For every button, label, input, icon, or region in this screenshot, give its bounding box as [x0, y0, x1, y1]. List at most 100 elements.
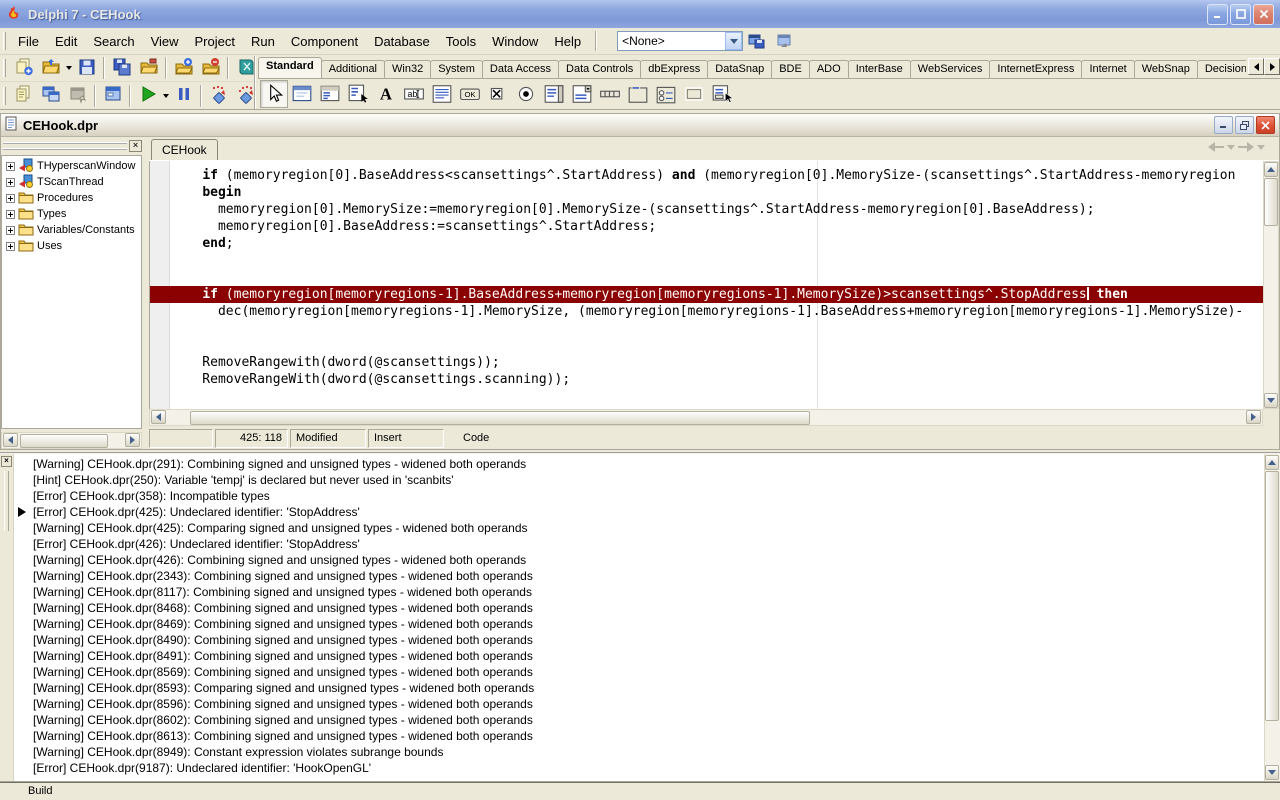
tab-cehook[interactable]: CEHook [151, 139, 218, 160]
palette-component-frames-icon[interactable] [288, 80, 316, 108]
open-project-button[interactable] [135, 56, 162, 80]
menu-project[interactable]: Project [187, 30, 243, 53]
code-line[interactable] [171, 269, 1263, 286]
messages-grip[interactable] [4, 471, 9, 531]
editor-minimize-button[interactable] [1214, 116, 1233, 134]
editor-close-button[interactable] [1256, 116, 1275, 134]
tree-item-procedures[interactable]: Procedures [2, 190, 141, 206]
expand-icon[interactable] [6, 242, 15, 251]
message-row[interactable]: [Warning] CEHook.dpr(425): Comparing sig… [15, 520, 1263, 536]
message-row[interactable]: [Warning] CEHook.dpr(426): Combining sig… [15, 552, 1263, 568]
desktop-speedsetting-combo[interactable]: <None> [617, 31, 743, 51]
menu-component[interactable]: Component [283, 30, 366, 53]
palette-tab-bde[interactable]: BDE [771, 60, 810, 78]
palette-tab-data-controls[interactable]: Data Controls [558, 60, 641, 78]
code-line[interactable]: memoryregion[0].BaseAddress:=scansetting… [171, 218, 1263, 235]
message-row[interactable]: [Warning] CEHook.dpr(291): Combining sig… [15, 456, 1263, 472]
palette-tab-additional[interactable]: Additional [321, 60, 385, 78]
code-line[interactable] [171, 252, 1263, 269]
run-button[interactable] [134, 84, 161, 108]
menubar-grip[interactable] [3, 32, 6, 50]
new-button[interactable] [10, 56, 37, 80]
palette-tab-standard[interactable]: Standard [258, 57, 322, 78]
code-explorer-hscrollbar[interactable] [1, 432, 142, 449]
editor-hscrollbar[interactable] [149, 409, 1263, 426]
save-button[interactable] [73, 56, 100, 80]
palette-scroll-right-button[interactable] [1264, 58, 1280, 75]
messages-scroll-down-icon[interactable] [1265, 765, 1279, 780]
browse-back-icon[interactable] [1207, 141, 1225, 153]
message-row[interactable]: [Warning] CEHook.dpr(8593): Comparing si… [15, 680, 1263, 696]
palette-tab-system[interactable]: System [430, 60, 483, 78]
palette-tab-interbase[interactable]: InterBase [848, 60, 911, 78]
messages-scroll-up-icon[interactable] [1265, 455, 1279, 470]
palette-tab-internet[interactable]: Internet [1081, 60, 1134, 78]
palette-tab-win32[interactable]: Win32 [384, 60, 431, 78]
combo-dropdown-button[interactable] [725, 32, 742, 50]
palette-tab-datasnap[interactable]: DataSnap [707, 60, 772, 78]
tree-scroll-right-icon[interactable] [125, 433, 140, 447]
build-tab[interactable]: Build [14, 783, 66, 798]
message-row[interactable]: [Warning] CEHook.dpr(8469): Combining si… [15, 616, 1263, 632]
palette-component-edit-icon[interactable]: ab [400, 80, 428, 108]
add-file-to-project-button[interactable] [170, 56, 197, 80]
message-row[interactable]: [Warning] CEHook.dpr(8569): Combining si… [15, 664, 1263, 680]
toolbar1-grip[interactable] [3, 59, 6, 77]
set-debug-desktop-button[interactable] [770, 29, 797, 53]
save-desktop-button[interactable] [743, 29, 770, 53]
message-row[interactable]: [Error] CEHook.dpr(9187): Undeclared ide… [15, 760, 1263, 776]
pause-button[interactable] [170, 84, 197, 108]
palette-component-checkbox-icon[interactable] [484, 80, 512, 108]
tree-item-variables-constants[interactable]: Variables/Constants [2, 222, 141, 238]
message-row[interactable]: [Warning] CEHook.dpr(8468): Combining si… [15, 600, 1263, 616]
message-row[interactable]: [Warning] CEHook.dpr(8602): Combining si… [15, 712, 1263, 728]
palette-component-listbox-icon[interactable] [540, 80, 568, 108]
view-unit-button[interactable] [10, 84, 37, 108]
trace-into-button[interactable] [205, 84, 232, 108]
expand-icon[interactable] [6, 210, 15, 219]
message-row[interactable]: [Warning] CEHook.dpr(2343): Combining si… [15, 568, 1263, 584]
code-editor[interactable]: if (memoryregion[0].BaseAddress<scansett… [149, 161, 1263, 409]
message-row[interactable]: [Warning] CEHook.dpr(8117): Combining si… [15, 584, 1263, 600]
message-row[interactable]: [Error] CEHook.dpr(425): Undeclared iden… [15, 504, 1263, 520]
palette-component-radiobutton-icon[interactable] [512, 80, 540, 108]
tree-item-thyperscanwindow[interactable]: THyperscanWindow [2, 158, 141, 174]
menu-view[interactable]: View [143, 30, 187, 53]
palette-tab-decision-cube[interactable]: Decision Cube [1197, 60, 1246, 78]
toolbar2-grip[interactable] [3, 87, 6, 105]
code-line[interactable] [171, 320, 1263, 337]
message-row[interactable]: [Warning] CEHook.dpr(8490): Combining si… [15, 632, 1263, 648]
menu-search[interactable]: Search [85, 30, 142, 53]
new-form-button[interactable] [99, 84, 126, 108]
palette-tab-webservices[interactable]: WebServices [910, 60, 991, 78]
expand-icon[interactable] [6, 178, 15, 187]
open-dropdown-icon[interactable] [64, 56, 73, 80]
tree-item-uses[interactable]: Uses [2, 238, 141, 254]
message-row[interactable]: [Warning] CEHook.dpr(8613): Combining si… [15, 728, 1263, 744]
save-all-button[interactable] [108, 56, 135, 80]
maximize-button[interactable] [1230, 4, 1251, 25]
palette-component-scrollbar-icon[interactable] [596, 80, 624, 108]
palette-tab-ado[interactable]: ADO [809, 60, 849, 78]
forward-dropdown-icon[interactable] [1257, 145, 1265, 150]
palette-tab-websnap[interactable]: WebSnap [1134, 60, 1198, 78]
code-line[interactable] [171, 337, 1263, 354]
palette-component-label-icon[interactable]: A [372, 80, 400, 108]
palette-tab-internetexpress[interactable]: InternetExpress [989, 60, 1082, 78]
view-form-button[interactable] [37, 84, 64, 108]
palette-component-button-icon[interactable]: OK [456, 80, 484, 108]
palette-component-groupbox-icon[interactable] [624, 80, 652, 108]
code-line[interactable]: RemoveRangewith(dword(@scansettings)); [171, 354, 1263, 371]
expand-icon[interactable] [6, 226, 15, 235]
message-row[interactable]: [Error] CEHook.dpr(426): Undeclared iden… [15, 536, 1263, 552]
message-row[interactable]: [Hint] CEHook.dpr(250): Variable 'tempj'… [15, 472, 1263, 488]
palette-component-cursor-icon[interactable] [260, 80, 288, 108]
palette-component-combobox-icon[interactable] [568, 80, 596, 108]
message-row[interactable]: [Warning] CEHook.dpr(8491): Combining si… [15, 648, 1263, 664]
editor-restore-button[interactable] [1235, 116, 1254, 134]
editor-scroll-down-icon[interactable] [1264, 393, 1278, 408]
menu-edit[interactable]: Edit [47, 30, 85, 53]
menu-database[interactable]: Database [366, 30, 438, 53]
palette-scroll-left-button[interactable] [1248, 58, 1264, 75]
tree-scroll-left-icon[interactable] [3, 433, 18, 447]
